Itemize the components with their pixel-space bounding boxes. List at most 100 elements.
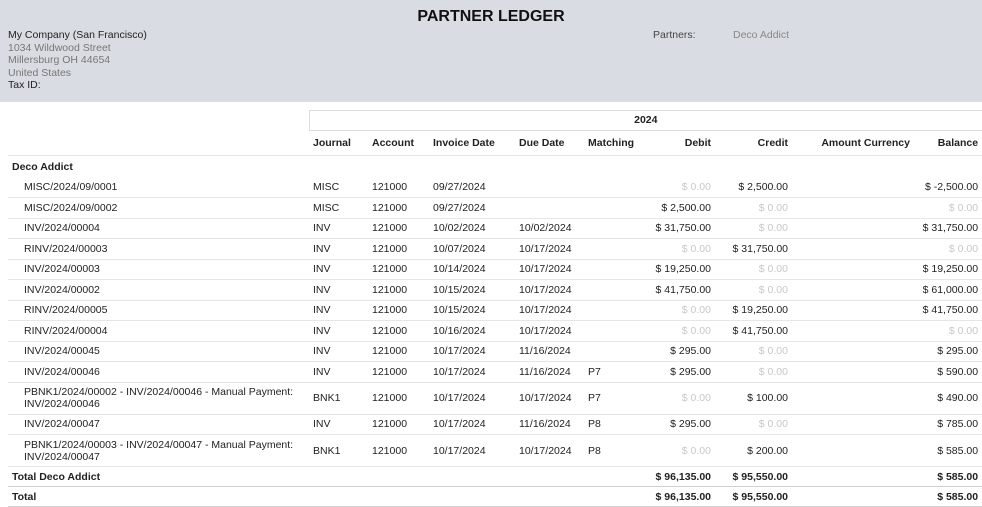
entry-credit: $ 0.00 <box>715 197 792 219</box>
entry-matching: P8 <box>584 414 648 435</box>
entry-invoice-date: 10/07/2024 <box>429 238 515 260</box>
entry-account: 121000 <box>368 414 429 435</box>
entry-balance: $ 41,750.00 <box>914 300 982 321</box>
entry-amount-currency <box>792 300 914 321</box>
partners-filter-label: Partners: <box>653 29 696 41</box>
entry-due-date: 11/16/2024 <box>515 414 584 435</box>
company-address-line: 1034 Wildwood Street <box>8 41 111 54</box>
entry-journal: INV <box>309 300 368 321</box>
entry-account: 121000 <box>368 259 429 280</box>
entry-name[interactable]: RINV/2024/00005 <box>8 300 309 321</box>
entry-name[interactable]: RINV/2024/00003 <box>8 238 309 260</box>
ledger-row[interactable]: INV/2024/00004 INV 121000 10/02/2024 10/02/2… <box>8 218 982 239</box>
entry-matching <box>584 259 648 280</box>
col-account: Account <box>368 130 429 156</box>
entry-invoice-date: 10/14/2024 <box>429 259 515 280</box>
entry-credit: $ 0.00 <box>715 361 792 383</box>
ledger-row[interactable]: PBNK1/2024/00003 - INV/2024/00047 - Manu… <box>8 434 982 467</box>
ledger-row[interactable]: RINV/2024/00004 INV 121000 10/16/2024 10/17/… <box>8 320 982 342</box>
entry-name[interactable]: MISC/2024/09/0001 <box>8 177 309 198</box>
entry-credit: $ 0.00 <box>715 218 792 239</box>
entry-matching <box>584 279 648 301</box>
entry-name[interactable]: INV/2024/00003 <box>8 259 309 280</box>
entry-matching <box>584 177 648 198</box>
entry-matching: P8 <box>584 434 648 467</box>
partner-row[interactable]: Deco Addict <box>8 155 982 178</box>
entry-account: 121000 <box>368 434 429 467</box>
ledger-row[interactable]: INV/2024/00003 INV 121000 10/14/2024 10/17/2… <box>8 259 982 280</box>
entry-credit: $ 31,750.00 <box>715 238 792 260</box>
ledger-row[interactable]: INV/2024/00002 INV 121000 10/15/2024 10/17/2… <box>8 279 982 301</box>
entry-credit: $ 41,750.00 <box>715 320 792 342</box>
entry-balance: $ 0.00 <box>914 320 982 342</box>
entry-due-date: 10/17/2024 <box>515 382 584 415</box>
entry-journal: INV <box>309 361 368 383</box>
entry-invoice-date: 10/16/2024 <box>429 320 515 342</box>
entry-journal: INV <box>309 320 368 342</box>
entry-journal: INV <box>309 341 368 362</box>
entry-credit: $ 100.00 <box>715 382 792 415</box>
entry-journal: BNK1 <box>309 434 368 467</box>
entry-journal: INV <box>309 259 368 280</box>
entry-account: 121000 <box>368 382 429 415</box>
ledger-row[interactable]: RINV/2024/00003 INV 121000 10/07/2024 10/17/… <box>8 238 982 260</box>
ledger-row[interactable]: INV/2024/00046 INV 121000 10/17/2024 11/16/2… <box>8 361 982 383</box>
entry-due-date: 10/17/2024 <box>515 279 584 301</box>
entry-amount-currency <box>792 238 914 260</box>
entry-name[interactable]: INV/2024/00046 <box>8 361 309 383</box>
entry-due-date: 11/16/2024 <box>515 341 584 362</box>
ledger-row[interactable]: INV/2024/00047 INV 121000 10/17/2024 11/16/2… <box>8 414 982 435</box>
entry-name[interactable]: INV/2024/00004 <box>8 218 309 239</box>
company-address-line: Millersburg OH 44654 <box>8 54 111 66</box>
entry-invoice-date: 10/17/2024 <box>429 341 515 362</box>
entry-balance: $ 0.00 <box>914 197 982 219</box>
entry-name[interactable]: PBNK1/2024/00003 - INV/2024/00047 - Manu… <box>8 434 309 467</box>
entry-matching <box>584 300 648 321</box>
entry-amount-currency <box>792 361 914 383</box>
ledger-row[interactable]: RINV/2024/00005 INV 121000 10/15/2024 10/17/… <box>8 300 982 321</box>
entry-amount-currency <box>792 320 914 342</box>
entry-name[interactable]: RINV/2024/00004 <box>8 320 309 342</box>
entry-name[interactable]: INV/2024/00045 <box>8 341 309 362</box>
entry-invoice-date: 09/27/2024 <box>429 197 515 219</box>
entry-debit: $ 2,500.00 <box>648 197 715 219</box>
entry-amount-currency <box>792 414 914 435</box>
col-amount-currency: Amount Currency <box>792 130 914 156</box>
entry-account: 121000 <box>368 279 429 301</box>
entry-due-date: 10/17/2024 <box>515 434 584 467</box>
entry-journal: INV <box>309 238 368 260</box>
entry-name[interactable]: MISC/2024/09/0002 <box>8 197 309 219</box>
entry-amount-currency <box>792 218 914 239</box>
report-header: PARTNER LEDGER My Company (San Francisco… <box>0 0 982 102</box>
entry-account: 121000 <box>368 218 429 239</box>
entry-debit: $ 295.00 <box>648 361 715 383</box>
entry-amount-currency <box>792 177 914 198</box>
entry-amount-currency <box>792 382 914 415</box>
entry-amount-currency <box>792 197 914 219</box>
ledger-row[interactable]: PBNK1/2024/00002 - INV/2024/00046 - Manu… <box>8 382 982 415</box>
entry-journal: INV <box>309 218 368 239</box>
ledger-row[interactable]: INV/2024/00045 INV 121000 10/17/2024 11/16/2… <box>8 341 982 362</box>
entry-balance: $ 590.00 <box>914 361 982 383</box>
entry-invoice-date: 10/17/2024 <box>429 414 515 435</box>
entry-debit: $ 295.00 <box>648 414 715 435</box>
entry-invoice-date: 10/17/2024 <box>429 382 515 415</box>
entry-due-date: 10/17/2024 <box>515 300 584 321</box>
entry-name[interactable]: INV/2024/00002 <box>8 279 309 301</box>
year-header: 2024 <box>308 110 982 131</box>
entry-debit: $ 0.00 <box>648 177 715 198</box>
company-name: My Company (San Francisco) <box>8 29 147 41</box>
entry-matching <box>584 238 648 260</box>
entry-name[interactable]: PBNK1/2024/00002 - INV/2024/00046 - Manu… <box>8 382 309 415</box>
col-matching: Matching <box>584 130 648 156</box>
entry-matching: P7 <box>584 382 648 415</box>
entry-name[interactable]: INV/2024/00047 <box>8 414 309 435</box>
ledger-row[interactable]: MISC/2024/09/0001 MISC 121000 09/27/2024 $ 0… <box>8 177 982 198</box>
entry-due-date <box>515 197 584 219</box>
entry-due-date: 10/17/2024 <box>515 259 584 280</box>
col-journal: Journal <box>309 130 368 156</box>
entry-amount-currency <box>792 434 914 467</box>
total-debit: $ 96,135.00 <box>648 486 715 507</box>
ledger-row[interactable]: MISC/2024/09/0002 MISC 121000 09/27/2024 $ 2… <box>8 197 982 219</box>
total-balance: $ 585.00 <box>914 486 982 507</box>
